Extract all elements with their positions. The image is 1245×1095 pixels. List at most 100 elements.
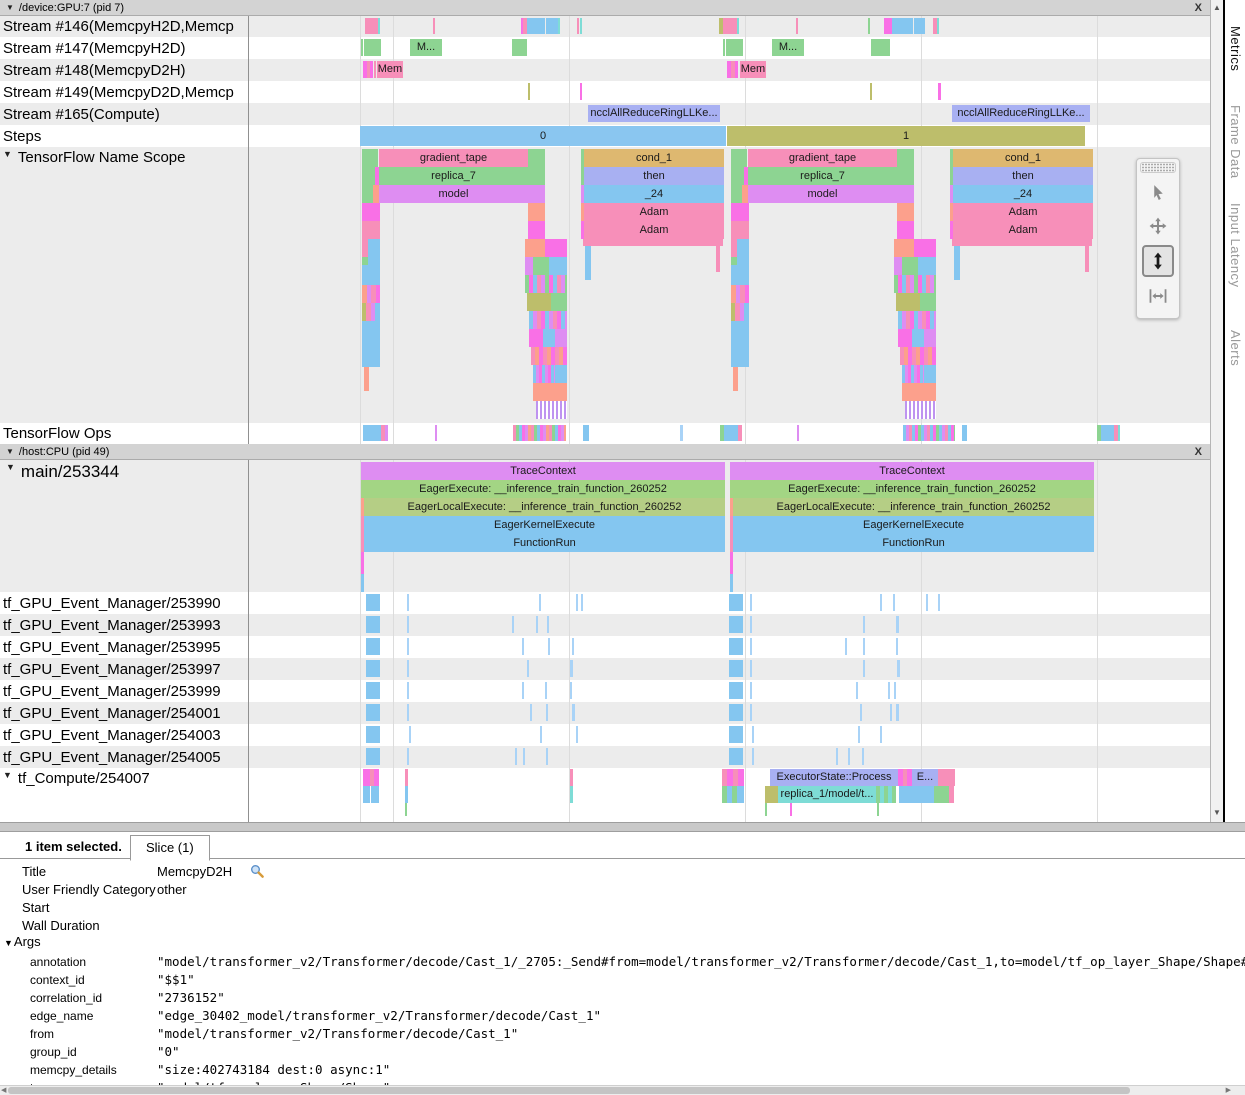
trace-slice[interactable]: Mem: [740, 61, 766, 78]
trace-slice-fragment[interactable]: [894, 275, 936, 293]
trace-slice-fragment[interactable]: [529, 311, 567, 329]
trace-slice[interactable]: ncclAllReduceRingLLKe...: [952, 105, 1090, 122]
row-label[interactable]: ▼TensorFlow Name Scope: [0, 147, 245, 423]
trace-slice-fragment[interactable]: [364, 367, 369, 391]
trace-slice-fragment[interactable]: [723, 39, 725, 56]
trace-slice-fragment[interactable]: [863, 616, 865, 633]
trace-slice-fragment[interactable]: [888, 682, 890, 699]
row-label[interactable]: ▼tf_Compute/254007: [0, 768, 245, 822]
trace-slice-fragment[interactable]: [898, 311, 936, 329]
trace-slice-fragment[interactable]: [546, 704, 548, 721]
trace-slice-fragment[interactable]: [938, 769, 955, 786]
trace-slice-fragment[interactable]: [836, 748, 838, 765]
trace-slice-fragment[interactable]: [1118, 425, 1120, 441]
trace-slice-fragment[interactable]: [726, 39, 743, 56]
trace-slice-fragment[interactable]: [924, 365, 936, 383]
trace-slice-fragment[interactable]: [868, 18, 870, 34]
trace-slice-fragment[interactable]: [585, 246, 591, 280]
trace-slice-fragment[interactable]: [570, 786, 573, 803]
trace-slice-fragment[interactable]: [796, 18, 798, 34]
trace-slice-fragment[interactable]: [894, 257, 902, 275]
scroll-left-icon[interactable]: ◀: [1, 1086, 6, 1095]
trace-slice-fragment[interactable]: [914, 18, 925, 34]
trace-slice-fragment[interactable]: [583, 425, 589, 441]
trace-slice-fragment[interactable]: [366, 682, 380, 699]
trace-slice[interactable]: model: [748, 185, 897, 203]
trace-slice-fragment[interactable]: [733, 367, 738, 391]
trace-slice-fragment[interactable]: [737, 786, 744, 803]
trace-slice-fragment[interactable]: [364, 39, 381, 56]
scrollbar-thumb[interactable]: [8, 1087, 1130, 1094]
trace-slice-fragment[interactable]: [366, 704, 380, 721]
trace-slice-fragment[interactable]: [896, 293, 920, 311]
trace-slice[interactable]: 0: [360, 126, 726, 146]
trace-slice-fragment[interactable]: [363, 769, 370, 786]
trace-slice-fragment[interactable]: [407, 682, 409, 699]
trace-slice-fragment[interactable]: [539, 594, 541, 611]
scroll-right-icon[interactable]: ▶: [1226, 1086, 1231, 1095]
trace-slice[interactable]: M...: [772, 39, 804, 56]
trace-slice-fragment[interactable]: [546, 748, 548, 765]
selection-tool-button[interactable]: [1143, 177, 1173, 207]
trace-slice-fragment[interactable]: [536, 616, 538, 633]
trace-slice-fragment[interactable]: [729, 704, 743, 721]
trace-slice-fragment[interactable]: [938, 594, 940, 611]
trace-slice-fragment[interactable]: [894, 239, 914, 257]
zoom-tool-button[interactable]: [1142, 245, 1174, 277]
trace-slice-fragment[interactable]: [724, 425, 738, 441]
trace-slice-fragment[interactable]: [405, 786, 408, 803]
trace-slice-fragment[interactable]: [378, 18, 380, 34]
trace-slice[interactable]: EagerExecute: __inference_train_function…: [730, 480, 1094, 498]
trace-slice-fragment[interactable]: [880, 594, 882, 611]
tab-alerts[interactable]: Alerts: [1228, 330, 1243, 366]
trace-slice-fragment[interactable]: [858, 726, 860, 743]
trace-slice-fragment[interactable]: [533, 383, 567, 401]
trace-slice-fragment[interactable]: [528, 203, 545, 221]
trace-slice-fragment[interactable]: [527, 660, 529, 677]
trace-slice-fragment[interactable]: [407, 748, 409, 765]
trace-slice-fragment[interactable]: [896, 616, 899, 633]
trace-slice-fragment[interactable]: [362, 257, 368, 265]
trace-slice-fragment[interactable]: [918, 257, 936, 275]
trace-slice-fragment[interactable]: [880, 726, 882, 743]
trace-slice[interactable]: E...: [912, 769, 938, 786]
trace-slice-fragment[interactable]: [905, 401, 936, 419]
trace-slice-fragment[interactable]: [523, 748, 525, 765]
trace-slice[interactable]: ExecutorState::Process: [770, 769, 898, 786]
trace-slice-fragment[interactable]: [572, 638, 574, 655]
trace-slice-fragment[interactable]: [848, 748, 850, 765]
trace-slice[interactable]: FunctionRun: [364, 534, 725, 552]
trace-slice-fragment[interactable]: [884, 18, 892, 34]
trace-slice-fragment[interactable]: [435, 425, 437, 441]
trace-slice-fragment[interactable]: [896, 638, 898, 655]
trace-slice-fragment[interactable]: [376, 285, 380, 303]
trace-slice-fragment[interactable]: [896, 704, 899, 721]
trace-slice-fragment[interactable]: [716, 246, 720, 272]
trace-slice-fragment[interactable]: [730, 574, 733, 592]
trace-slice-fragment[interactable]: [433, 18, 435, 34]
trace-slice[interactable]: replica_7: [748, 167, 897, 185]
trace-slice-fragment[interactable]: [366, 660, 380, 677]
trace-slice-fragment[interactable]: [375, 303, 380, 321]
trace-slice-fragment[interactable]: [902, 365, 924, 383]
trace-slice-fragment[interactable]: [1101, 425, 1114, 441]
trace-slice-fragment[interactable]: [529, 329, 543, 347]
trace-slice-fragment[interactable]: [902, 383, 936, 401]
trace-slice-fragment[interactable]: [790, 803, 792, 816]
trace-slice-fragment[interactable]: [362, 203, 380, 221]
trace-slice-fragment[interactable]: [752, 748, 754, 765]
trace-slice-fragment[interactable]: [385, 425, 388, 441]
trace-slice-fragment[interactable]: [525, 275, 567, 293]
trace-slice-fragment[interactable]: [580, 18, 582, 34]
trace-slice[interactable]: TraceContext: [730, 462, 1094, 480]
trace-slice[interactable]: _24: [953, 185, 1093, 203]
trace-slice-fragment[interactable]: [744, 303, 749, 321]
scroll-down-icon[interactable]: ▼: [1211, 808, 1223, 817]
trace-slice-fragment[interactable]: [738, 425, 742, 441]
trace-slice[interactable]: cond_1: [584, 149, 724, 167]
vertical-scrollbar[interactable]: ▲ ▼: [1210, 0, 1223, 822]
trace-slice-fragment[interactable]: [860, 704, 862, 721]
trace-slice-fragment[interactable]: [750, 638, 752, 655]
trace-slice-fragment[interactable]: [750, 660, 752, 677]
trace-slice-fragment[interactable]: [543, 329, 555, 347]
